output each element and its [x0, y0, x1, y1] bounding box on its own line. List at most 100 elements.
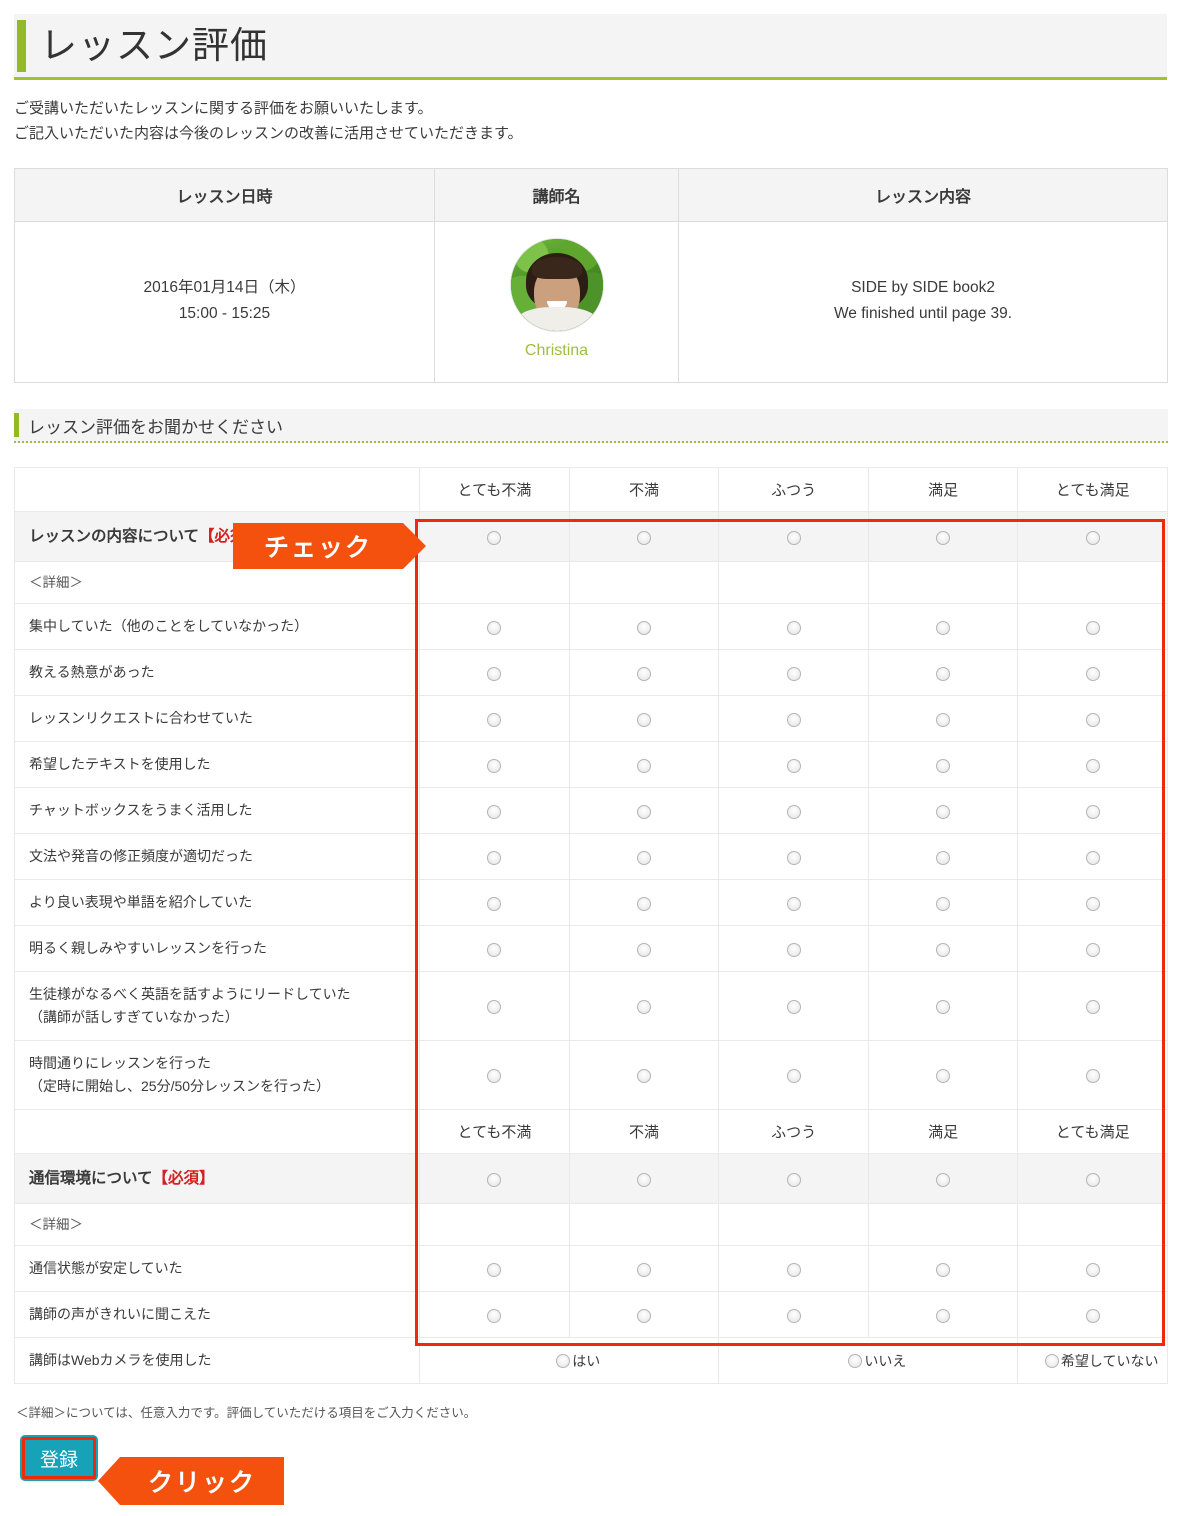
radio-icon[interactable] [786, 896, 801, 911]
radio-icon[interactable] [786, 620, 801, 635]
radio-icon[interactable] [487, 804, 502, 819]
radio-icon[interactable] [487, 712, 502, 727]
radio-icon[interactable] [1085, 942, 1100, 957]
radio-icon[interactable] [487, 758, 502, 773]
radio-icon[interactable] [1085, 758, 1100, 773]
radio-cell[interactable] [1017, 649, 1168, 696]
radio-icon[interactable] [1085, 620, 1100, 635]
webcam-option-yes[interactable]: はい [419, 1337, 720, 1384]
radio-cell[interactable] [568, 695, 720, 742]
radio-cell[interactable] [568, 833, 720, 880]
radio-cell[interactable] [718, 787, 869, 834]
radio-icon[interactable] [1085, 530, 1100, 545]
radio-icon[interactable] [1085, 1172, 1100, 1187]
radio-cell[interactable] [568, 741, 720, 788]
radio-cell[interactable] [867, 603, 1019, 650]
radio-cell[interactable] [419, 925, 570, 972]
radio-icon[interactable] [786, 1172, 801, 1187]
radio-icon[interactable] [487, 1069, 502, 1084]
radio-cell[interactable] [1017, 1291, 1168, 1338]
radio-icon[interactable] [487, 896, 502, 911]
radio-icon[interactable] [786, 666, 801, 681]
radio-cell[interactable] [568, 787, 720, 834]
webcam-option-no[interactable]: いいえ [718, 1337, 1019, 1384]
radio-icon[interactable] [637, 1308, 652, 1323]
radio-cell[interactable] [419, 695, 570, 742]
radio-cell[interactable] [568, 1291, 720, 1338]
radio-cell[interactable] [419, 511, 570, 562]
radio-cell[interactable] [867, 1153, 1019, 1204]
radio-icon[interactable] [936, 896, 951, 911]
radio-icon[interactable] [936, 804, 951, 819]
radio-icon[interactable] [936, 942, 951, 957]
radio-cell[interactable] [568, 649, 720, 696]
radio-cell[interactable] [867, 787, 1019, 834]
radio-cell[interactable] [718, 695, 869, 742]
radio-icon[interactable] [936, 620, 951, 635]
radio-cell[interactable] [867, 971, 1019, 1041]
radio-icon[interactable] [637, 530, 652, 545]
radio-cell[interactable] [568, 511, 720, 562]
radio-icon[interactable] [936, 1262, 951, 1277]
radio-icon[interactable] [936, 530, 951, 545]
radio-cell[interactable] [1017, 603, 1168, 650]
radio-cell[interactable] [867, 1245, 1019, 1292]
radio-icon[interactable] [637, 804, 652, 819]
radio-icon[interactable] [637, 712, 652, 727]
radio-icon[interactable] [637, 666, 652, 681]
radio-icon[interactable] [936, 1000, 951, 1015]
radio-cell[interactable] [419, 787, 570, 834]
submit-button[interactable]: 登録 [20, 1435, 98, 1481]
radio-cell[interactable] [419, 741, 570, 788]
radio-cell[interactable] [419, 1153, 570, 1204]
radio-cell[interactable] [1017, 1153, 1168, 1204]
radio-cell[interactable] [1017, 1245, 1168, 1292]
radio-icon[interactable] [556, 1353, 571, 1368]
radio-icon[interactable] [786, 1069, 801, 1084]
radio-cell[interactable] [568, 879, 720, 926]
radio-cell[interactable] [568, 1153, 720, 1204]
radio-icon[interactable] [637, 942, 652, 957]
radio-icon[interactable] [637, 1069, 652, 1084]
radio-icon[interactable] [487, 850, 502, 865]
radio-cell[interactable] [419, 649, 570, 696]
radio-icon[interactable] [786, 850, 801, 865]
radio-cell[interactable] [718, 741, 869, 788]
radio-icon[interactable] [487, 942, 502, 957]
radio-icon[interactable] [487, 1308, 502, 1323]
radio-icon[interactable] [1085, 1000, 1100, 1015]
radio-cell[interactable] [718, 649, 869, 696]
radio-icon[interactable] [936, 1172, 951, 1187]
radio-icon[interactable] [487, 1172, 502, 1187]
radio-cell[interactable] [718, 1245, 869, 1292]
radio-icon[interactable] [487, 1262, 502, 1277]
radio-cell[interactable] [419, 1040, 570, 1110]
radio-cell[interactable] [718, 1040, 869, 1110]
radio-icon[interactable] [936, 1069, 951, 1084]
teacher-name[interactable]: Christina [441, 338, 672, 364]
radio-cell[interactable] [1017, 879, 1168, 926]
radio-cell[interactable] [867, 1291, 1019, 1338]
radio-icon[interactable] [637, 1262, 652, 1277]
radio-icon[interactable] [848, 1353, 863, 1368]
radio-icon[interactable] [1085, 896, 1100, 911]
radio-cell[interactable] [867, 741, 1019, 788]
radio-icon[interactable] [637, 758, 652, 773]
radio-cell[interactable] [867, 833, 1019, 880]
radio-icon[interactable] [936, 850, 951, 865]
radio-icon[interactable] [1085, 804, 1100, 819]
radio-icon[interactable] [1044, 1353, 1059, 1368]
radio-icon[interactable] [786, 1262, 801, 1277]
radio-cell[interactable] [1017, 1040, 1168, 1110]
radio-icon[interactable] [487, 620, 502, 635]
radio-cell[interactable] [867, 649, 1019, 696]
webcam-option-not-requested[interactable]: 希望していない [1017, 1337, 1168, 1384]
radio-cell[interactable] [419, 1245, 570, 1292]
radio-icon[interactable] [637, 620, 652, 635]
radio-icon[interactable] [786, 758, 801, 773]
radio-icon[interactable] [786, 530, 801, 545]
radio-icon[interactable] [1085, 1308, 1100, 1323]
radio-cell[interactable] [1017, 833, 1168, 880]
radio-cell[interactable] [419, 971, 570, 1041]
radio-icon[interactable] [637, 1000, 652, 1015]
